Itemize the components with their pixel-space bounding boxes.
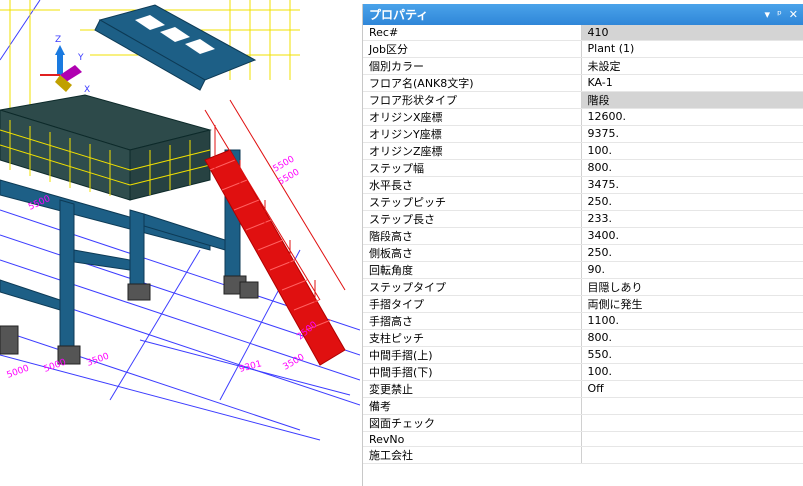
pin-icon[interactable]: ᵖ	[777, 8, 782, 21]
property-row[interactable]: オリジンZ座標 100.	[363, 142, 803, 160]
property-value[interactable]: Off	[581, 380, 803, 398]
property-key: 側板高さ	[363, 244, 582, 262]
property-row[interactable]: フロア形状タイプ 階段	[363, 91, 803, 109]
property-value[interactable]: 90.	[581, 261, 803, 279]
property-row[interactable]: Rec# 410	[363, 25, 803, 41]
property-key: 中間手摺(下)	[363, 363, 582, 381]
properties-title-bar[interactable]: プロパティ ▾ ᵖ ✕	[363, 4, 803, 25]
property-row[interactable]: 中間手摺(下) 100.	[363, 363, 803, 381]
deck-platform	[0, 94, 212, 201]
property-row[interactable]: ステップ長さ 233.	[363, 210, 803, 228]
property-value[interactable]	[581, 431, 803, 448]
property-row[interactable]: ステップ幅 800.	[363, 159, 803, 177]
property-value[interactable]: 両側に発生	[581, 295, 803, 313]
property-row[interactable]: 支柱ピッチ 800.	[363, 329, 803, 347]
property-key: ステップピッチ	[363, 193, 582, 211]
property-value[interactable]: 550.	[581, 346, 803, 364]
property-row[interactable]: オリジンX座標 12600.	[363, 108, 803, 126]
property-key: 手摺高さ	[363, 312, 582, 330]
property-value[interactable]: 250.	[581, 193, 803, 211]
property-value[interactable]: 250.	[581, 244, 803, 262]
property-row[interactable]: 側板高さ 250.	[363, 244, 803, 262]
property-value[interactable]: 階段	[581, 91, 803, 109]
upper-walkway	[94, 4, 257, 91]
property-key: ステップタイプ	[363, 278, 582, 296]
axis-y-label: Y	[77, 53, 84, 63]
property-value[interactable]: 233.	[581, 210, 803, 228]
dimension-label: 3500	[86, 351, 111, 368]
axis-z-label: Z	[55, 35, 61, 45]
property-key: 水平長さ	[363, 176, 582, 194]
property-key: 手摺タイプ	[363, 295, 582, 313]
close-icon[interactable]: ✕	[789, 8, 798, 21]
axis-x-label: X	[84, 85, 90, 95]
property-value[interactable]	[581, 397, 803, 415]
axis-gizmo: Z Y X	[40, 35, 90, 95]
property-value[interactable]: 800.	[581, 329, 803, 347]
property-row[interactable]: 施工会社	[363, 446, 803, 465]
property-key: Job区分	[363, 40, 582, 58]
property-row[interactable]: 手摺タイプ 両側に発生	[363, 295, 803, 313]
property-value[interactable]: 未設定	[581, 57, 803, 75]
property-key: 図面チェック	[363, 414, 582, 432]
property-key: ステップ幅	[363, 159, 582, 177]
3d-model-view: Z Y X 5000 5500 5000 3500 9301 5500 3500…	[0, 0, 360, 441]
property-key: 施工会社	[363, 446, 582, 465]
property-key: ステップ長さ	[363, 210, 582, 228]
property-key: オリジンY座標	[363, 125, 582, 143]
property-row[interactable]: 水平長さ 3475.	[363, 176, 803, 194]
property-key: フロア名(ANK8文字)	[363, 74, 582, 92]
property-value[interactable]: 1100.	[581, 312, 803, 330]
property-key: RevNo	[363, 431, 582, 448]
dropdown-icon[interactable]: ▾	[765, 8, 771, 21]
property-row[interactable]: 変更禁止 Off	[363, 380, 803, 398]
property-key: 回転角度	[363, 261, 582, 279]
property-key: 支柱ピッチ	[363, 329, 582, 347]
property-value[interactable]: 100.	[581, 142, 803, 160]
property-row[interactable]: 個別カラー 未設定	[363, 57, 803, 75]
property-row[interactable]: 図面チェック	[363, 414, 803, 432]
property-key: 個別カラー	[363, 57, 582, 75]
property-value[interactable]	[581, 446, 803, 465]
property-key: Rec#	[363, 25, 582, 41]
property-value[interactable]: 410	[581, 25, 803, 41]
property-key: フロア形状タイプ	[363, 91, 582, 109]
property-row[interactable]: ステップピッチ 250.	[363, 193, 803, 211]
properties-panel: プロパティ ▾ ᵖ ✕ Rec# 410 Job区分 Plant (1) 個別カラー 未設…	[362, 4, 803, 486]
property-value[interactable]: KA-1	[581, 74, 803, 92]
property-key: オリジンZ座標	[363, 142, 582, 160]
property-key: 変更禁止	[363, 380, 582, 398]
panel-title: プロパティ	[369, 8, 429, 22]
property-value[interactable]: 12600.	[581, 108, 803, 126]
property-value[interactable]: 9375.	[581, 125, 803, 143]
dimension-label: 9301	[238, 359, 263, 375]
property-value[interactable]: 100.	[581, 363, 803, 381]
property-key: 中間手摺(上)	[363, 346, 582, 364]
property-value[interactable]: 3475.	[581, 176, 803, 194]
property-row[interactable]: RevNo	[363, 431, 803, 448]
property-value[interactable]: 3400.	[581, 227, 803, 245]
property-row[interactable]: 階段高さ 3400.	[363, 227, 803, 245]
property-row[interactable]: 回転角度 90.	[363, 261, 803, 279]
property-row[interactable]: ステップタイプ 目隠しあり	[363, 278, 803, 296]
property-key: 備考	[363, 397, 582, 415]
property-grid: Rec# 410 Job区分 Plant (1) 個別カラー 未設定 フロア名(ANK8文字…	[363, 25, 803, 465]
property-value[interactable]: Plant (1)	[581, 40, 803, 58]
property-row[interactable]: 手摺高さ 1100.	[363, 312, 803, 330]
property-value[interactable]: 目隠しあり	[581, 278, 803, 296]
property-row[interactable]: フロア名(ANK8文字) KA-1	[363, 74, 803, 92]
property-row[interactable]: Job区分 Plant (1)	[363, 40, 803, 58]
property-row[interactable]: 備考	[363, 397, 803, 415]
dimension-label: 5000	[6, 363, 31, 380]
3d-viewport[interactable]: Z Y X 5000 5500 5000 3500 9301 5500 3500…	[0, 0, 360, 486]
property-value[interactable]: 800.	[581, 159, 803, 177]
panel-controls: ▾ ᵖ ✕	[765, 8, 798, 21]
base-plates	[0, 275, 259, 365]
property-row[interactable]: オリジンY座標 9375.	[363, 125, 803, 143]
property-row[interactable]: 中間手摺(上) 550.	[363, 346, 803, 364]
property-key: オリジンX座標	[363, 108, 582, 126]
property-key: 階段高さ	[363, 227, 582, 245]
property-value[interactable]	[581, 414, 803, 432]
